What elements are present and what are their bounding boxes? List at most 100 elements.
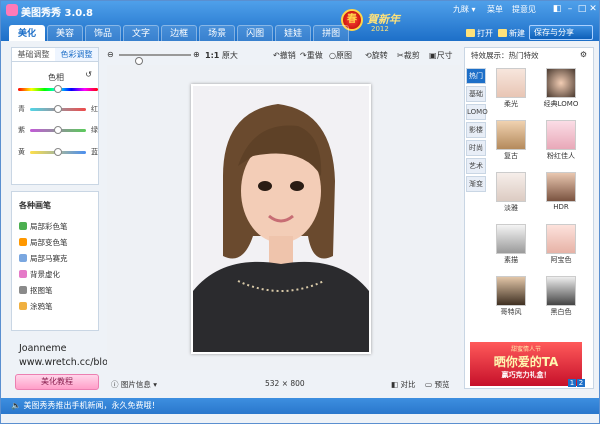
- slider-label-right: 蓝: [91, 148, 98, 156]
- pager-page-1[interactable]: 1: [568, 379, 576, 387]
- zoom-knob[interactable]: [135, 57, 143, 65]
- actual-size-button[interactable]: 1:1 原大: [205, 50, 238, 61]
- effect-gothic[interactable]: 哥特风: [491, 276, 531, 322]
- effect-pink-lady[interactable]: 粉红佳人: [541, 120, 581, 166]
- adjust-tabs: 基础调整 色彩调整: [12, 48, 98, 62]
- slider-knob[interactable]: [54, 126, 62, 134]
- slider-knob[interactable]: [54, 105, 62, 113]
- cutout-icon: [19, 286, 27, 294]
- photo-image[interactable]: [191, 84, 371, 354]
- original-image-button[interactable]: ○原图: [329, 50, 352, 61]
- zoom-slider[interactable]: [119, 54, 191, 65]
- resize-button[interactable]: ▣尺寸: [429, 50, 453, 61]
- news-message[interactable]: 美图秀秀推出手机新闻，永久免费哦！: [24, 401, 160, 410]
- effect-elegant[interactable]: 淡雅: [491, 172, 531, 218]
- effect-thumb-image: [546, 120, 576, 150]
- undo-button[interactable]: ↶撤销: [273, 50, 296, 61]
- category-basic[interactable]: 基础: [466, 86, 486, 102]
- tab-text[interactable]: 文字: [123, 25, 160, 41]
- effect-abao-color[interactable]: 阿宝色: [541, 224, 581, 270]
- effects-panel: 特效展示：热门特效 ⚙ 热门 基础 LOMO 影楼 时尚 艺术 渐变 柔光 经典…: [464, 47, 594, 389]
- tab-basic-adjust[interactable]: 基础调整: [12, 48, 55, 61]
- category-gradient[interactable]: 渐变: [466, 176, 486, 192]
- main-tabs: 美化 美容 饰品 文字 边框 场景 闪图 娃娃 拼图: [9, 25, 351, 41]
- category-studio[interactable]: 影楼: [466, 122, 486, 138]
- pager-page-2[interactable]: 2: [577, 379, 585, 387]
- color-brush-icon: [19, 222, 27, 230]
- bottom-status-bar: 🔈 美图秀秀推出手机新闻，永久免费哦！: [1, 398, 599, 414]
- brush-list: 局部彩色笔 局部变色笔 局部马赛克 背景虚化 抠图笔 涂鸦笔: [12, 219, 98, 315]
- settings-icon[interactable]: ⚙: [580, 50, 587, 59]
- crop-button[interactable]: ✂裁剪: [397, 50, 420, 61]
- effect-hdr[interactable]: HDR: [541, 172, 581, 218]
- new-button[interactable]: 新建: [498, 28, 525, 39]
- local-recolor-brush[interactable]: 局部变色笔: [19, 235, 98, 251]
- effect-thumb-image: [496, 68, 526, 98]
- app-window: 美图秀秀 3.0.8 九眯 ▾ 菜单 提意见 ◧ – □ ✕ 春 賀新年 201…: [0, 0, 600, 424]
- user-menu[interactable]: 九眯 ▾: [453, 4, 476, 15]
- cyan-red-slider[interactable]: 青 红: [18, 104, 98, 114]
- tab-flash[interactable]: 闪图: [237, 25, 274, 41]
- minimize-icon[interactable]: –: [564, 4, 576, 15]
- promo-line-3: 赢巧克力礼盒！: [501, 371, 551, 379]
- effect-black-white[interactable]: 黑白色: [541, 276, 581, 322]
- effect-thumb-image: [496, 276, 526, 306]
- tab-accessories[interactable]: 饰品: [85, 25, 122, 41]
- hue-knob[interactable]: [54, 85, 62, 93]
- credit-name: Joanneme: [19, 343, 67, 354]
- effect-sketch[interactable]: 素描: [491, 224, 531, 270]
- brush-panel: 各种画笔 局部彩色笔 局部变色笔 局部马赛克 背景虚化 抠图笔 涂鸦笔: [11, 191, 99, 331]
- slider-label-right: 绿: [91, 126, 98, 134]
- recolor-brush-icon: [19, 238, 27, 246]
- effect-thumb-image: [546, 224, 576, 254]
- category-hot[interactable]: 热门: [466, 68, 486, 84]
- effects-header: 特效展示：热门特效: [471, 51, 539, 60]
- category-art[interactable]: 艺术: [466, 158, 486, 174]
- effect-thumb-image: [546, 68, 576, 98]
- tutorial-button[interactable]: 美化教程: [15, 374, 99, 390]
- cutout-brush[interactable]: 抠图笔: [19, 283, 98, 299]
- background-blur-brush[interactable]: 背景虚化: [19, 267, 98, 283]
- pencil-icon: [19, 302, 27, 310]
- adjust-panel: 基础调整 色彩调整 色相 ↺ 青 红 紫 绿 黄 蓝: [11, 47, 99, 185]
- preview-button[interactable]: ▭ 预览: [425, 379, 449, 390]
- zoom-in-icon[interactable]: ⊕: [193, 50, 200, 59]
- yellow-blue-slider[interactable]: 黄 蓝: [18, 147, 98, 157]
- tab-frames[interactable]: 边框: [161, 25, 198, 41]
- save-share-button[interactable]: 保存与分享: [529, 25, 593, 40]
- redo-button[interactable]: ↷重做: [300, 50, 323, 61]
- tab-scenes[interactable]: 场景: [199, 25, 236, 41]
- purple-green-slider[interactable]: 紫 绿: [18, 125, 98, 135]
- open-button[interactable]: 打开: [466, 28, 493, 39]
- feedback-link[interactable]: 提意见: [512, 4, 536, 15]
- image-info-button[interactable]: ⓘ 图片信息 ▾: [111, 379, 157, 390]
- tab-collage[interactable]: 拼图: [313, 25, 350, 41]
- mosaic-brush[interactable]: 局部马赛克: [19, 251, 98, 267]
- promo-banner[interactable]: 甜蜜情人节 晒你爱的TA 赢巧克力礼盒！: [469, 341, 583, 387]
- main-menu[interactable]: 菜单: [487, 4, 503, 15]
- slider-track: [30, 126, 86, 134]
- rotate-button[interactable]: ⟲旋转: [365, 50, 388, 61]
- tab-face[interactable]: 美容: [47, 25, 84, 41]
- tab-beautify[interactable]: 美化: [9, 25, 46, 41]
- local-color-brush[interactable]: 局部彩色笔: [19, 219, 98, 235]
- effect-vintage[interactable]: 复古: [491, 120, 531, 166]
- reset-icon[interactable]: ↺: [85, 70, 92, 79]
- category-lomo[interactable]: LOMO: [466, 104, 488, 120]
- doodle-brush[interactable]: 涂鸦笔: [19, 299, 98, 315]
- zoom-out-icon[interactable]: ⊖: [107, 50, 114, 59]
- tab-dolls[interactable]: 娃娃: [275, 25, 312, 41]
- effect-classic-lomo[interactable]: 经典LOMO: [541, 68, 581, 114]
- compare-button[interactable]: ◧ 对比: [391, 379, 415, 390]
- close-icon[interactable]: ✕: [587, 4, 599, 15]
- category-fashion[interactable]: 时尚: [466, 140, 486, 156]
- tab-color-adjust[interactable]: 色彩调整: [55, 48, 98, 61]
- skin-icon[interactable]: ◧: [551, 4, 563, 15]
- slider-label-left: 紫: [18, 126, 25, 134]
- hue-slider[interactable]: [18, 84, 98, 94]
- effect-soft-light[interactable]: 柔光: [491, 68, 531, 114]
- image-dimensions: 532 × 800: [265, 379, 305, 388]
- slider-knob[interactable]: [54, 148, 62, 156]
- effect-thumb-image: [546, 276, 576, 306]
- edit-toolbar: ⊖ ⊕ 1:1 原大 ↶撤销 ↷重做 ○原图 ⟲旋转 ✂裁剪 ▣尺寸: [107, 47, 461, 65]
